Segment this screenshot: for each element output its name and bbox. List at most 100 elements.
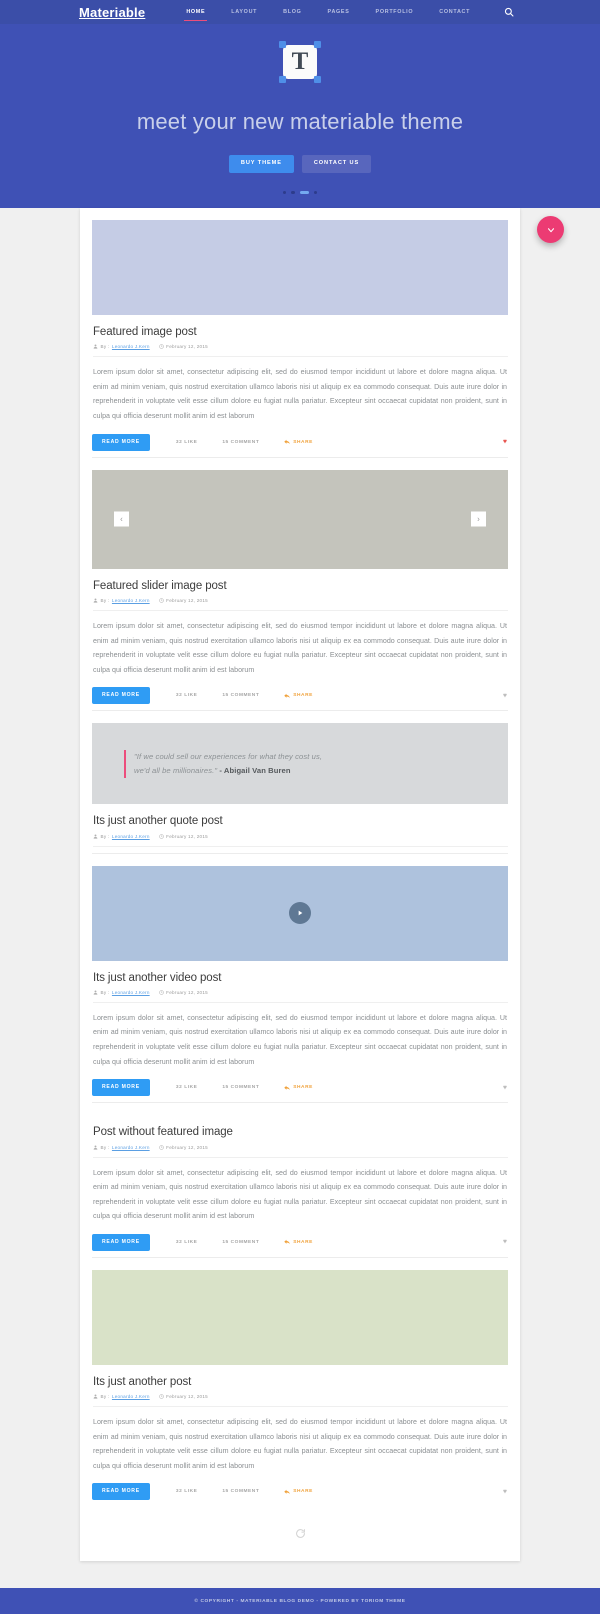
- share-icon: [284, 693, 291, 698]
- post-title[interactable]: Featured slider image post: [93, 579, 508, 593]
- nav-link-label[interactable]: BLOG: [283, 9, 301, 15]
- like-count[interactable]: 32 LIKE: [176, 693, 197, 698]
- post-featured-image[interactable]: [92, 1269, 508, 1365]
- nav-item-portfolio[interactable]: PORTFOLIO: [363, 0, 427, 24]
- heart-icon[interactable]: ♥: [503, 1084, 507, 1091]
- like-count[interactable]: 32 LIKE: [176, 440, 197, 445]
- quote-text-2: we'd all be millionaires.": [134, 765, 218, 775]
- clock-icon: [158, 344, 164, 350]
- heart-icon[interactable]: ♥: [503, 1488, 507, 1495]
- post-author-chunk: By : Leonardo J.Kern: [93, 1394, 150, 1399]
- footer-spacer: [0, 1581, 600, 1589]
- logo-handle-top-left-icon: [279, 41, 286, 48]
- read-more-button[interactable]: READ MORE: [92, 687, 150, 705]
- post-title[interactable]: Its just another video post: [93, 971, 508, 985]
- share-button[interactable]: SHARE: [284, 693, 313, 699]
- post-date: February 12, 2015: [166, 344, 208, 350]
- quote-line-1: "If we could sell our experiences for wh…: [134, 751, 323, 761]
- nav-link-label[interactable]: LAYOUT: [231, 9, 257, 15]
- by-label: By :: [100, 833, 110, 839]
- slider-next-button[interactable]: ›: [471, 511, 486, 527]
- comment-count[interactable]: 15 COMMENT: [222, 440, 259, 445]
- contact-us-button[interactable]: CONTACT US: [301, 155, 372, 173]
- share-button[interactable]: SHARE: [284, 1085, 313, 1091]
- chevron-down-icon: [547, 227, 554, 232]
- read-more-button[interactable]: READ MORE: [92, 1233, 150, 1251]
- buy-theme-button[interactable]: BUY THEME: [228, 155, 294, 173]
- post-quote-block: "If we could sell our experiences for wh…: [92, 723, 508, 805]
- play-icon[interactable]: [289, 902, 311, 925]
- hero-dot-4[interactable]: [313, 190, 318, 194]
- post-author-chunk: By : Leonardo J.Kern: [93, 834, 150, 839]
- like-count[interactable]: 32 LIKE: [176, 1240, 197, 1245]
- nav-item-blog[interactable]: BLOG: [270, 0, 314, 24]
- post-title[interactable]: Featured image post: [93, 325, 508, 339]
- post-date-chunk: February 12, 2015: [158, 344, 208, 350]
- nav-item-contact[interactable]: CONTACT: [426, 0, 483, 24]
- post-excerpt: Lorem ipsum dolor sit amet, consectetur …: [93, 621, 507, 674]
- search-icon[interactable]: [502, 5, 516, 19]
- nav-link-label[interactable]: PORTFOLIO: [376, 9, 414, 15]
- comment-count[interactable]: 15 COMMENT: [222, 1489, 259, 1494]
- comment-count[interactable]: 15 COMMENT: [222, 1085, 259, 1090]
- post-excerpt: Lorem ipsum dolor sit amet, consectetur …: [93, 1013, 507, 1066]
- hero-dot-2[interactable]: [291, 190, 295, 194]
- slider-prev-button[interactable]: ‹: [114, 511, 129, 527]
- post-item: ‹ › Featured slider image post By : Leonardo…: [92, 456, 508, 711]
- brand-logo[interactable]: Materiable: [79, 6, 145, 19]
- post-item: Featured image post By : Leonardo J.Kern Fe…: [92, 220, 508, 457]
- heart-icon[interactable]: ♥: [503, 439, 507, 446]
- read-more-button[interactable]: READ MORE: [92, 1483, 150, 1501]
- read-more-button[interactable]: READ MORE: [92, 433, 150, 451]
- share-button[interactable]: SHARE: [284, 1239, 313, 1245]
- heart-icon[interactable]: ♥: [503, 692, 507, 699]
- post-video-thumbnail[interactable]: [92, 865, 508, 961]
- by-label: By :: [100, 989, 110, 995]
- post-author-link[interactable]: Leonardo J.Kern: [112, 834, 150, 839]
- clock-icon: [158, 598, 164, 603]
- post-meta: By : Leonardo J.Kern February 12, 2015: [93, 1145, 508, 1158]
- user-icon: [93, 344, 98, 349]
- post-title[interactable]: Post without featured image: [93, 1125, 508, 1139]
- hero-dot-1[interactable]: [282, 190, 287, 194]
- share-button[interactable]: SHARE: [284, 439, 313, 445]
- read-more-button[interactable]: READ MORE: [92, 1079, 150, 1097]
- post-author-link[interactable]: Leonardo J.Kern: [112, 598, 150, 603]
- post-title[interactable]: Its just another post: [93, 1375, 508, 1389]
- post-actions: READ MORE 32 LIKE 15 COMMENT SHARE ♥: [92, 433, 508, 451]
- nav-link-label[interactable]: CONTACT: [439, 9, 470, 15]
- comment-count[interactable]: 15 COMMENT: [222, 693, 259, 698]
- top-navbar: Materiable HOME LAYOUT BLOG PAGES PORTFOLIO C…: [0, 0, 600, 24]
- quote-line-2: we'd all be millionaires." - Abigail Van…: [134, 764, 322, 778]
- nav-item-layout[interactable]: LAYOUT: [218, 0, 270, 24]
- hero-dot-3[interactable]: [299, 190, 309, 194]
- heart-icon[interactable]: ♥: [503, 1239, 507, 1246]
- like-count[interactable]: 32 LIKE: [176, 1489, 197, 1494]
- post-author-link[interactable]: Leonardo J.Kern: [112, 990, 150, 995]
- post-meta: By : Leonardo J.Kern February 12, 2015: [93, 598, 508, 611]
- nav-item-home[interactable]: HOME: [173, 0, 218, 24]
- infinite-scroll-loader: [92, 1506, 508, 1549]
- comment-count[interactable]: 15 COMMENT: [222, 1240, 259, 1245]
- post-title[interactable]: Its just another quote post: [93, 814, 508, 828]
- like-count[interactable]: 32 LIKE: [176, 1085, 197, 1090]
- share-label: SHARE: [293, 1085, 313, 1091]
- scroll-down-button[interactable]: [537, 216, 564, 243]
- share-label: SHARE: [293, 439, 313, 445]
- post-item: "If we could sell our experiences for wh…: [92, 710, 508, 852]
- post-date: February 12, 2015: [166, 989, 208, 995]
- share-icon: [284, 1489, 291, 1494]
- by-label: By :: [100, 344, 110, 350]
- post-author-link[interactable]: Leonardo J.Kern: [112, 1145, 150, 1150]
- nav-item-pages[interactable]: PAGES: [315, 0, 363, 24]
- post-author-link[interactable]: Leonardo J.Kern: [112, 344, 150, 349]
- share-button[interactable]: SHARE: [284, 1489, 313, 1495]
- user-icon: [93, 344, 98, 349]
- nav-link-label[interactable]: HOME: [186, 9, 205, 15]
- hero-logo-icon: T: [279, 41, 321, 83]
- nav-link-label[interactable]: PAGES: [328, 9, 350, 15]
- by-label: By :: [100, 1144, 110, 1150]
- hero-section: T meet your new materiable theme BUY THE…: [0, 24, 600, 222]
- post-featured-image[interactable]: [92, 220, 508, 315]
- post-author-link[interactable]: Leonardo J.Kern: [112, 1394, 150, 1399]
